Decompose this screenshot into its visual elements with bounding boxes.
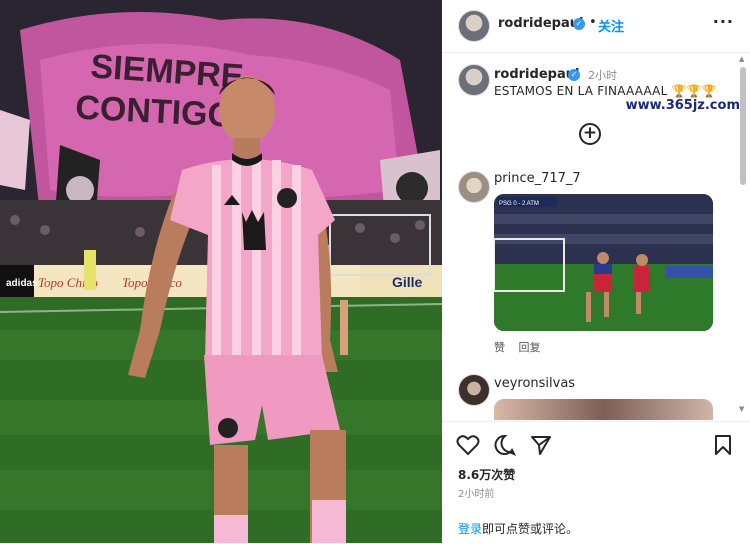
comment-video-thumbnail[interactable]: PSG 0 - 2 ATM xyxy=(494,194,713,331)
more-options-icon[interactable]: ··· xyxy=(713,12,734,31)
site-watermark: www.365jz.com xyxy=(625,98,740,113)
comment-reply-button[interactable]: 回复 xyxy=(519,341,541,354)
post-header: rodridepaul ✓ • 关注 ··· xyxy=(442,0,750,53)
comment-like-button[interactable]: 赞 xyxy=(494,341,505,354)
comment-bubble-icon[interactable] xyxy=(494,434,516,456)
ad-text-3: Gille xyxy=(392,274,423,290)
like-count[interactable]: 8.6万次赞 xyxy=(458,466,515,483)
video-scoreboard: PSG 0 - 2 ATM xyxy=(499,201,539,207)
video-frame-graphic: PSG 0 - 2 ATM xyxy=(494,194,713,331)
load-more-comments-icon[interactable]: + xyxy=(579,123,601,145)
comment-username[interactable]: prince_717_7 xyxy=(494,171,581,186)
follow-button[interactable]: 关注 xyxy=(598,16,624,35)
header-separator: • xyxy=(589,15,597,30)
scroll-down-arrow-icon[interactable]: ▼ xyxy=(739,405,744,413)
caption-author-avatar[interactable] xyxy=(458,64,490,96)
caption-text: ESTAMOS EN LA FINAAAAAL 🏆🏆🏆 xyxy=(494,84,717,98)
caption-time: 2小时 xyxy=(588,69,617,82)
scroll-up-arrow-icon[interactable]: ▲ xyxy=(739,55,744,63)
post-photo-graphic: SIEMPRE CONTIGO adidas Topo Chico Topo C… xyxy=(0,0,442,543)
comment-actions: 赞 回复 xyxy=(494,339,551,355)
login-prompt: 登录即可点赞或评论。 xyxy=(458,520,578,537)
scrollbar-thumb[interactable] xyxy=(740,67,746,185)
author-username[interactable]: rodridepaul xyxy=(498,16,583,31)
author-avatar[interactable] xyxy=(458,10,490,42)
post-side-panel: rodridepaul ✓ • 关注 ··· rodridepaul ✓ 2小时… xyxy=(442,0,750,543)
comment-avatar[interactable] xyxy=(458,374,490,406)
caption-verified-badge-icon: ✓ xyxy=(568,69,580,81)
save-bookmark-icon[interactable] xyxy=(714,434,732,456)
comment-avatar[interactable] xyxy=(458,171,490,203)
like-heart-icon[interactable] xyxy=(456,434,480,456)
ad-logo: adidas xyxy=(6,278,38,289)
verified-badge-icon: ✓ xyxy=(573,18,585,30)
comment-media-thumbnail[interactable] xyxy=(494,399,713,420)
post-action-bar: 8.6万次赞 2小时前 登录即可点赞或评论。 xyxy=(442,421,750,544)
share-send-icon[interactable] xyxy=(530,434,552,456)
post-time: 2小时前 xyxy=(458,489,495,500)
caption-author-username[interactable]: rodridepaul xyxy=(494,67,579,82)
comment-username[interactable]: veyronsilvas xyxy=(494,376,575,391)
post-photo: SIEMPRE CONTIGO adidas Topo Chico Topo C… xyxy=(0,0,442,543)
login-prompt-text: 即可点赞或评论。 xyxy=(482,522,579,536)
login-link[interactable]: 登录 xyxy=(458,522,482,536)
